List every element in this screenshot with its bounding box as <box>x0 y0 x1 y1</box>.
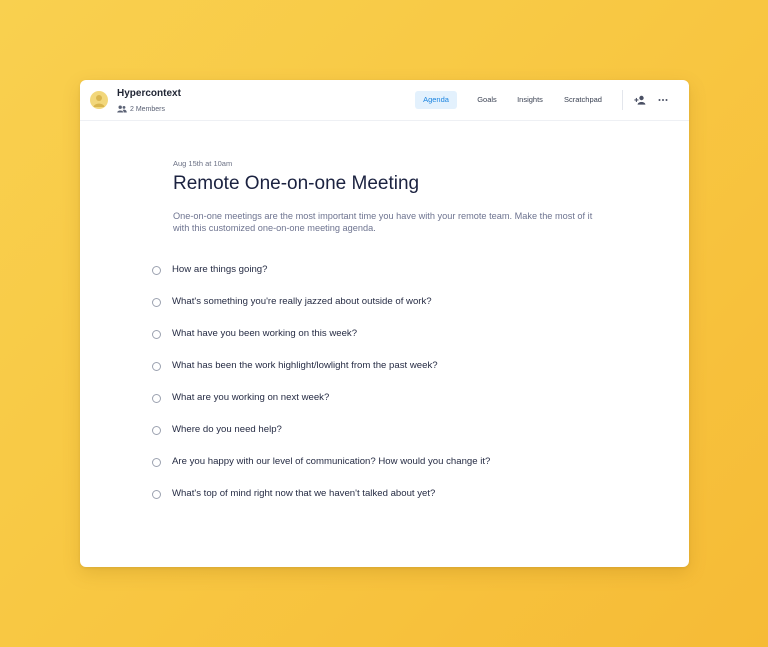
meeting-description[interactable]: One-on-one meetings are the most importa… <box>173 210 593 234</box>
header-divider <box>622 90 623 110</box>
meeting-date: Aug 15th at 10am <box>173 159 233 168</box>
agenda-item[interactable]: How are things going? <box>152 264 490 296</box>
members-count[interactable]: 2 Members <box>117 103 165 115</box>
checkbox-circle-icon[interactable] <box>152 329 161 339</box>
agenda-item-text[interactable]: What's something you're really jazzed ab… <box>172 296 432 308</box>
agenda-item[interactable]: Where do you need help? <box>152 424 490 456</box>
agenda-item[interactable]: What have you been working on this week? <box>152 328 490 360</box>
agenda-item-text[interactable]: What are you working on next week? <box>172 392 329 404</box>
people-icon <box>117 105 127 113</box>
agenda-list: How are things going? What's something y… <box>152 264 490 520</box>
meeting-card: Hypercontext 2 Members Agenda Goals Insi… <box>80 80 689 567</box>
agenda-item[interactable]: What are you working on next week? <box>152 392 490 424</box>
agenda-item[interactable]: Are you happy with our level of communic… <box>152 456 490 488</box>
workspace-name: Hypercontext <box>117 88 181 99</box>
tab-goals[interactable]: Goals <box>474 91 500 109</box>
tab-scratchpad[interactable]: Scratchpad <box>560 91 606 109</box>
agenda-item-text[interactable]: How are things going? <box>172 264 267 276</box>
more-options-icon[interactable] <box>656 93 670 107</box>
agenda-item-text[interactable]: What have you been working on this week? <box>172 328 357 340</box>
agenda-item[interactable]: What's something you're really jazzed ab… <box>152 296 490 328</box>
checkbox-circle-icon[interactable] <box>152 265 161 275</box>
members-label: 2 Members <box>130 105 166 113</box>
checkbox-circle-icon[interactable] <box>152 457 161 467</box>
checkbox-circle-icon[interactable] <box>152 393 161 403</box>
add-user-icon[interactable] <box>633 93 647 107</box>
agenda-item-text[interactable]: What has been the work highlight/lowligh… <box>172 360 438 372</box>
agenda-item-text[interactable]: What's top of mind right now that we hav… <box>172 488 435 500</box>
checkbox-circle-icon[interactable] <box>152 361 161 371</box>
meeting-header: Hypercontext 2 Members Agenda Goals Insi… <box>80 80 689 121</box>
agenda-item-text[interactable]: Where do you need help? <box>172 424 282 436</box>
tab-agenda[interactable]: Agenda <box>415 91 457 109</box>
checkbox-circle-icon[interactable] <box>152 489 161 499</box>
tab-insights[interactable]: Insights <box>513 91 547 109</box>
user-avatar-icon[interactable] <box>90 91 108 109</box>
agenda-item[interactable]: What has been the work highlight/lowligh… <box>152 360 490 392</box>
meeting-title[interactable]: Remote One-on-one Meeting <box>173 173 419 195</box>
agenda-item[interactable]: What's top of mind right now that we hav… <box>152 488 490 520</box>
agenda-item-text[interactable]: Are you happy with our level of communic… <box>172 456 490 468</box>
checkbox-circle-icon[interactable] <box>152 425 161 435</box>
checkbox-circle-icon[interactable] <box>152 297 161 307</box>
